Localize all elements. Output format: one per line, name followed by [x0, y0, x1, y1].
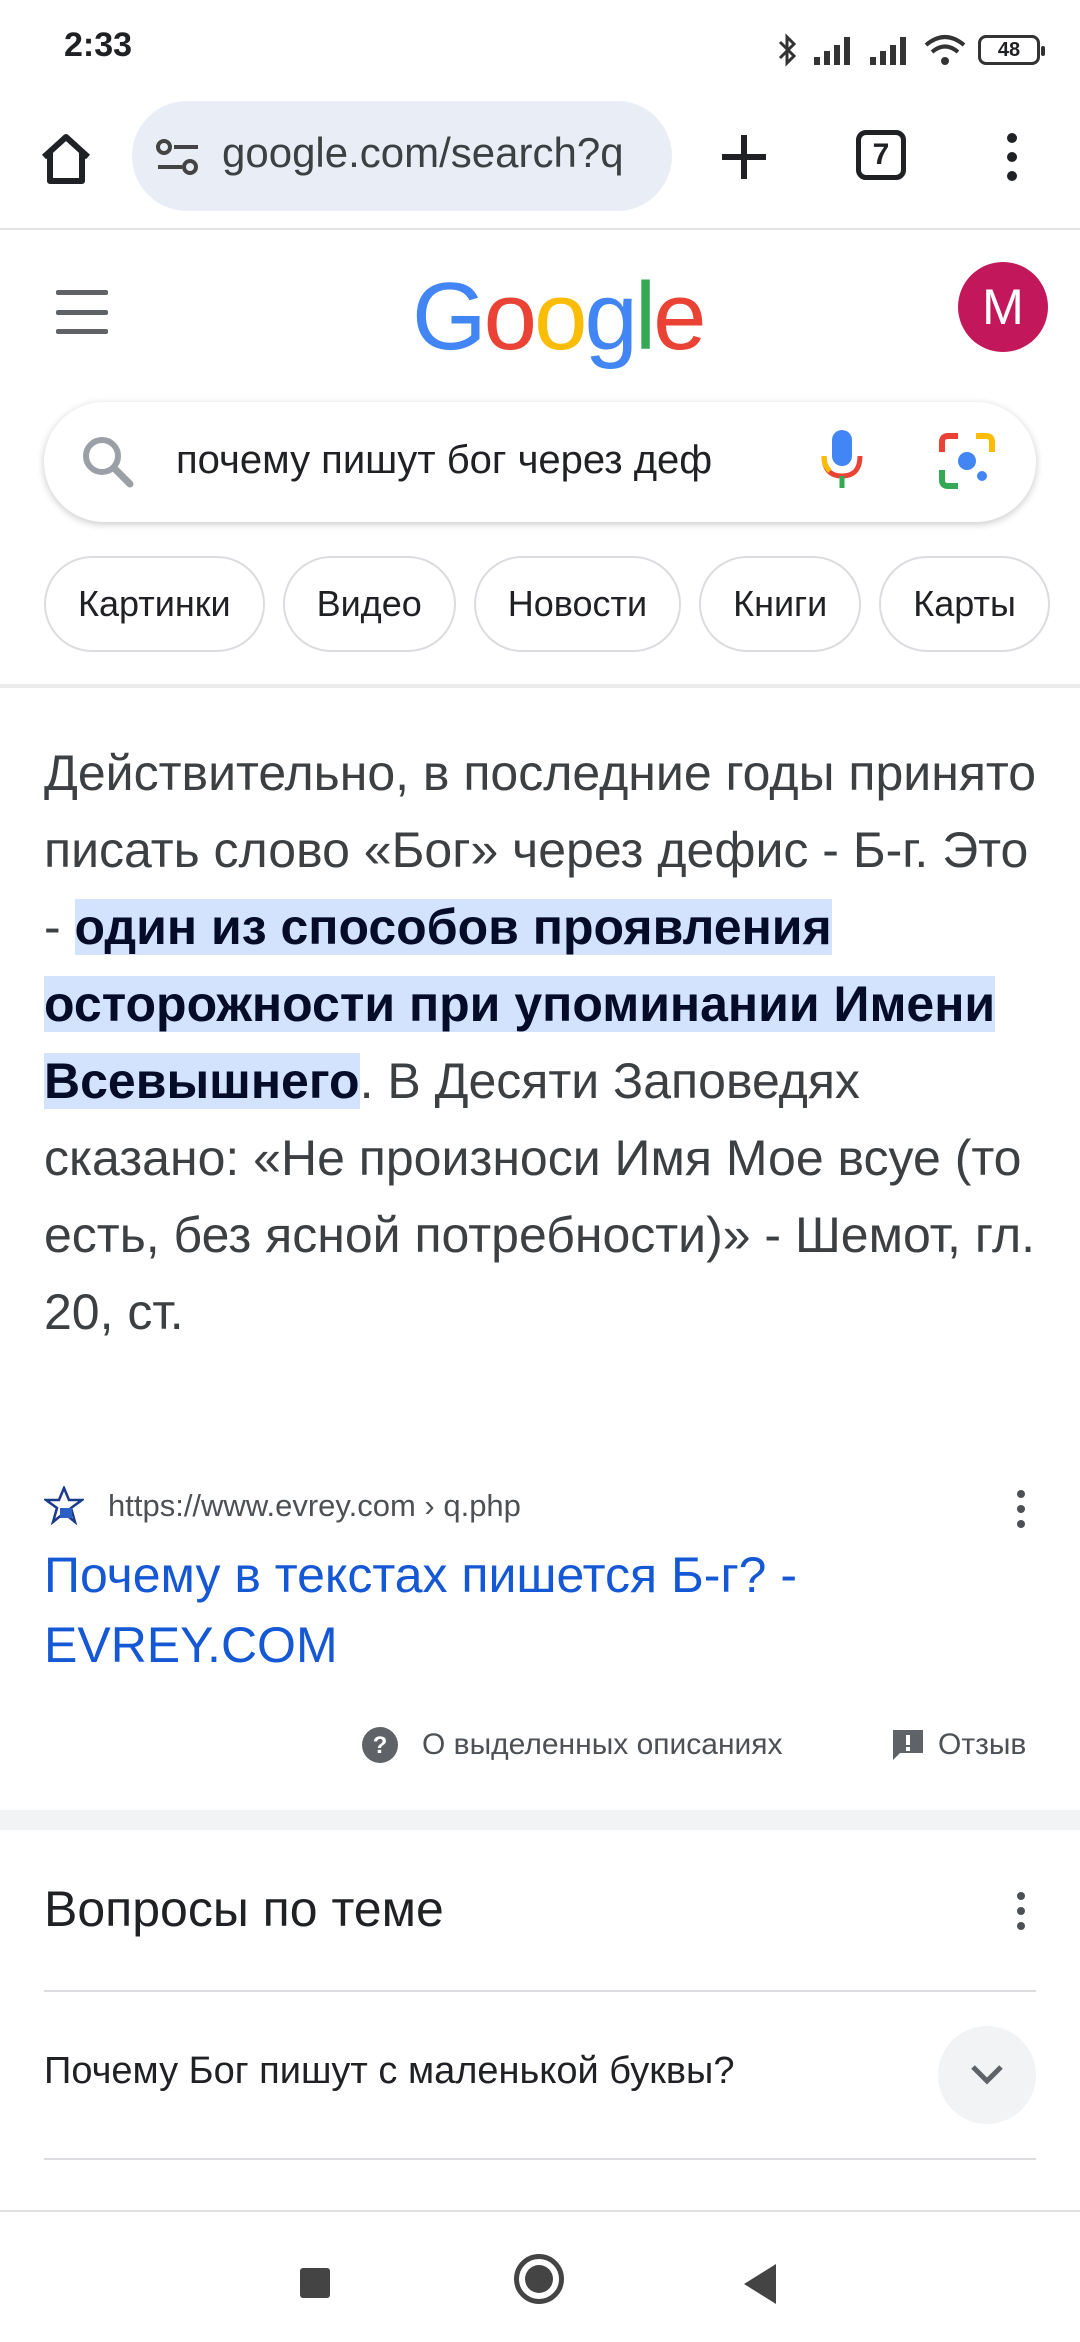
home-icon — [41, 134, 91, 184]
svg-text:?: ? — [373, 1732, 388, 1759]
chip-video[interactable]: Видео — [282, 556, 456, 652]
tab-count: 7 — [872, 138, 890, 171]
help-icon: ? — [362, 1727, 398, 1763]
expand-question-button[interactable] — [938, 2026, 1036, 2124]
url-bar[interactable]: google.com/search?q — [132, 101, 672, 211]
result-more-button[interactable] — [1006, 1484, 1036, 1534]
source-row[interactable]: https://www.evrey.com › q.php — [44, 1478, 1044, 1534]
system-nav-bar — [0, 2210, 1080, 2342]
divider — [44, 2158, 1036, 2160]
source-url[interactable]: https://www.evrey.com › q.php — [108, 1488, 521, 1524]
chip-books[interactable]: Книги — [699, 556, 862, 652]
logo-letter: g — [584, 263, 637, 370]
url-text[interactable]: google.com/search?q — [222, 129, 652, 177]
search-box[interactable]: почему пишут бог через деф — [44, 402, 1036, 522]
signal-icon — [814, 37, 850, 65]
back-button[interactable] — [744, 2264, 776, 2304]
divider — [44, 1990, 1036, 1992]
hamburger-menu-button[interactable] — [56, 290, 108, 334]
divider — [0, 684, 1080, 688]
plus-icon — [722, 135, 766, 179]
tab-switcher-button[interactable]: 7 — [856, 130, 906, 180]
site-favicon-icon — [44, 1486, 84, 1526]
search-fade — [724, 412, 824, 512]
feedback-label[interactable]: Отзыв — [938, 1728, 1026, 1762]
battery-level: 48 — [997, 38, 1021, 61]
status-icons: 48 — [776, 28, 1045, 72]
about-snippets-label[interactable]: О выделенных описаниях — [422, 1728, 783, 1762]
home-button[interactable] — [30, 123, 102, 195]
new-tab-button[interactable] — [712, 125, 776, 189]
search-chips: Картинки Видео Новости Книги Карты — [44, 556, 1050, 656]
about-snippets-link[interactable]: ? О выделенных описаниях — [360, 1720, 783, 1770]
related-more-button[interactable] — [1006, 1886, 1036, 1936]
chip-news[interactable]: Новости — [473, 556, 682, 652]
featured-snippet-text: Действительно, в последние годы принято … — [44, 735, 1044, 1351]
related-question-item[interactable]: Почему Бог пишут с маленькой буквы? — [44, 2050, 734, 2093]
site-settings-icon[interactable] — [156, 137, 200, 177]
chevron-down-icon — [971, 2065, 1003, 2085]
google-logo[interactable]: Google — [412, 262, 707, 372]
section-divider — [0, 1810, 1080, 1830]
browser-menu-button[interactable] — [990, 125, 1034, 189]
signal-icon-2 — [870, 37, 906, 65]
mic-icon[interactable] — [818, 428, 866, 494]
related-questions-title: Вопросы по теме — [44, 1881, 444, 1937]
account-avatar[interactable]: M — [958, 262, 1048, 352]
result-title-link[interactable]: Почему в текстах пишется Б-г? - EVREY.CO… — [44, 1540, 1044, 1680]
search-icon — [83, 437, 134, 488]
feedback-icon — [893, 1730, 923, 1760]
chip-images[interactable]: Картинки — [44, 556, 265, 652]
status-bar: 2:33 48 — [0, 0, 1080, 95]
status-time: 2:33 — [64, 26, 133, 64]
home-nav-button[interactable] — [514, 2254, 564, 2304]
search-input[interactable]: почему пишут бог через деф — [176, 438, 816, 483]
logo-letter: e — [653, 263, 706, 370]
recents-button[interactable] — [300, 2268, 330, 2298]
lens-icon[interactable] — [938, 432, 996, 490]
logo-letter: l — [634, 263, 656, 370]
logo-letter: o — [483, 263, 537, 370]
logo-letter: G — [412, 263, 487, 370]
logo-letter: o — [534, 263, 587, 370]
feedback-link[interactable]: Отзыв — [890, 1720, 1026, 1770]
wifi-icon — [924, 35, 966, 65]
battery-icon: 48 — [978, 35, 1045, 65]
browser-toolbar: google.com/search?q 7 — [0, 95, 1080, 230]
chip-maps[interactable]: Карты — [879, 556, 1050, 652]
bluetooth-icon — [778, 33, 797, 67]
